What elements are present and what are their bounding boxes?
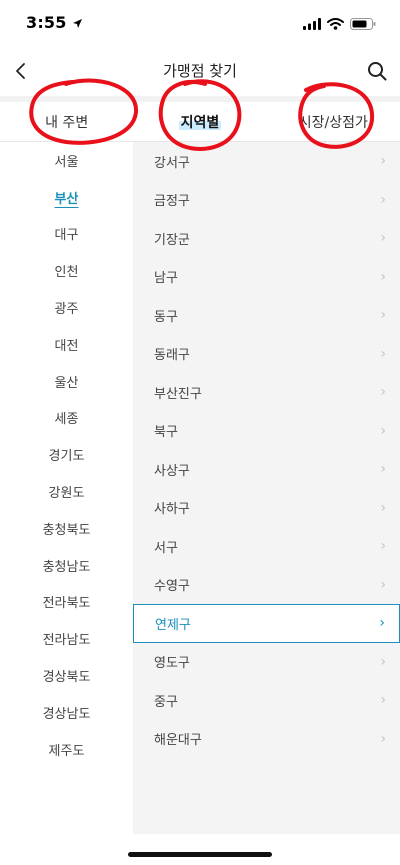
- region-item-jeju[interactable]: 제주도: [0, 731, 133, 768]
- region-item-busan[interactable]: 부산: [0, 179, 133, 216]
- region-item-ulsan[interactable]: 울산: [0, 363, 133, 400]
- chevron-right-icon: ›: [380, 653, 386, 670]
- status-bar: 3:55: [0, 0, 400, 46]
- region-item-gyeongnam[interactable]: 경상남도: [0, 694, 133, 731]
- district-label: 금정구: [154, 194, 190, 210]
- region-item-gwangju[interactable]: 광주: [0, 289, 133, 326]
- region-item-gangwon[interactable]: 강원도: [0, 473, 133, 510]
- region-item-sejong[interactable]: 세종: [0, 400, 133, 437]
- tab-by-region[interactable]: 지역별: [133, 102, 266, 141]
- district-label: 부산진구: [154, 386, 202, 402]
- district-label: 동구: [154, 309, 178, 325]
- chevron-right-icon: ›: [380, 345, 386, 362]
- district-item[interactable]: 서구 ›: [133, 527, 400, 566]
- region-item-gyeonggi[interactable]: 경기도: [0, 436, 133, 473]
- district-item[interactable]: 수영구 ›: [133, 566, 400, 605]
- district-label: 연제구: [155, 617, 191, 633]
- status-time: 3:55: [26, 13, 67, 32]
- district-item[interactable]: 중구 ›: [133, 681, 400, 720]
- region-item-daejeon[interactable]: 대전: [0, 326, 133, 363]
- district-item[interactable]: 동구 ›: [133, 296, 400, 335]
- district-label: 사상구: [154, 463, 190, 479]
- district-item[interactable]: 영도구 ›: [133, 643, 400, 682]
- tab-nearby[interactable]: 내 주변: [0, 102, 133, 141]
- search-icon: [368, 62, 387, 81]
- tab-label: 지역별: [178, 111, 222, 132]
- district-list: 강서구 › 금정구 › 기장군 › 남구 › 동구 › 동래구 › 부산진구 › 북구 › 사상…: [133, 142, 400, 834]
- district-label: 영도구: [154, 656, 190, 672]
- region-item-jeonbuk[interactable]: 전라북도: [0, 584, 133, 621]
- region-list: 서울 부산 대구 인천 광주 대전 울산 세종 경기도 강원도 충청북도 충청남…: [0, 142, 133, 834]
- district-item[interactable]: 사하구 ›: [133, 489, 400, 528]
- app-header: 가맹점 찾기: [0, 46, 400, 96]
- district-item[interactable]: 해운대구 ›: [133, 720, 400, 759]
- region-item-gyeongbuk[interactable]: 경상북도: [0, 657, 133, 694]
- chevron-right-icon: ›: [380, 538, 386, 555]
- home-indicator[interactable]: [128, 852, 272, 857]
- region-item-jeonnam[interactable]: 전라남도: [0, 620, 133, 657]
- district-label: 남구: [154, 271, 178, 287]
- search-button[interactable]: [364, 58, 390, 84]
- district-item-selected[interactable]: 연제구 ›: [133, 604, 400, 643]
- chevron-right-icon: ›: [380, 191, 386, 208]
- tab-market[interactable]: 시장/상점가: [267, 102, 400, 141]
- chevron-right-icon: ›: [380, 422, 386, 439]
- tab-label: 시장/상점가: [298, 114, 368, 131]
- region-item-seoul[interactable]: 서울: [0, 142, 133, 179]
- region-item-incheon[interactable]: 인천: [0, 252, 133, 289]
- district-item[interactable]: 기장군 ›: [133, 219, 400, 258]
- tab-bar: 내 주변 지역별 시장/상점가: [0, 102, 400, 142]
- district-item[interactable]: 동래구 ›: [133, 335, 400, 374]
- district-item[interactable]: 남구 ›: [133, 258, 400, 297]
- chevron-right-icon: ›: [380, 268, 386, 285]
- chevron-right-icon: ›: [380, 576, 386, 593]
- district-label: 해운대구: [154, 733, 202, 749]
- tab-label: 내 주변: [45, 114, 89, 131]
- district-label: 중구: [154, 694, 178, 710]
- district-label: 사하구: [154, 502, 190, 518]
- chevron-right-icon: ›: [380, 461, 386, 478]
- cellular-signal-icon: [303, 15, 321, 34]
- location-arrow-icon: [72, 14, 83, 33]
- district-item[interactable]: 북구 ›: [133, 412, 400, 451]
- district-label: 서구: [154, 540, 178, 556]
- chevron-right-icon: ›: [380, 230, 386, 247]
- district-item[interactable]: 금정구 ›: [133, 181, 400, 220]
- region-item-chungnam[interactable]: 충청남도: [0, 547, 133, 584]
- chevron-right-icon: ›: [380, 730, 386, 747]
- chevron-right-icon: ›: [380, 384, 386, 401]
- status-indicators: [303, 15, 376, 34]
- district-item[interactable]: 강서구 ›: [133, 142, 400, 181]
- chevron-right-icon: ›: [379, 615, 385, 632]
- district-label: 수영구: [154, 579, 190, 595]
- wifi-icon: [327, 15, 344, 34]
- district-label: 북구: [154, 425, 178, 441]
- chevron-right-icon: ›: [380, 692, 386, 709]
- region-item-chungbuk[interactable]: 충청북도: [0, 510, 133, 547]
- region-item-daegu[interactable]: 대구: [0, 216, 133, 253]
- page-title: 가맹점 찾기: [163, 62, 237, 80]
- district-label: 기장군: [154, 232, 190, 248]
- chevron-right-icon: ›: [380, 307, 386, 324]
- battery-icon: [350, 15, 376, 34]
- district-item[interactable]: 부산진구 ›: [133, 373, 400, 412]
- chevron-right-icon: ›: [380, 499, 386, 516]
- district-label: 강서구: [154, 155, 190, 171]
- chevron-right-icon: ›: [380, 153, 386, 170]
- district-label: 동래구: [154, 348, 190, 364]
- district-item[interactable]: 사상구 ›: [133, 450, 400, 489]
